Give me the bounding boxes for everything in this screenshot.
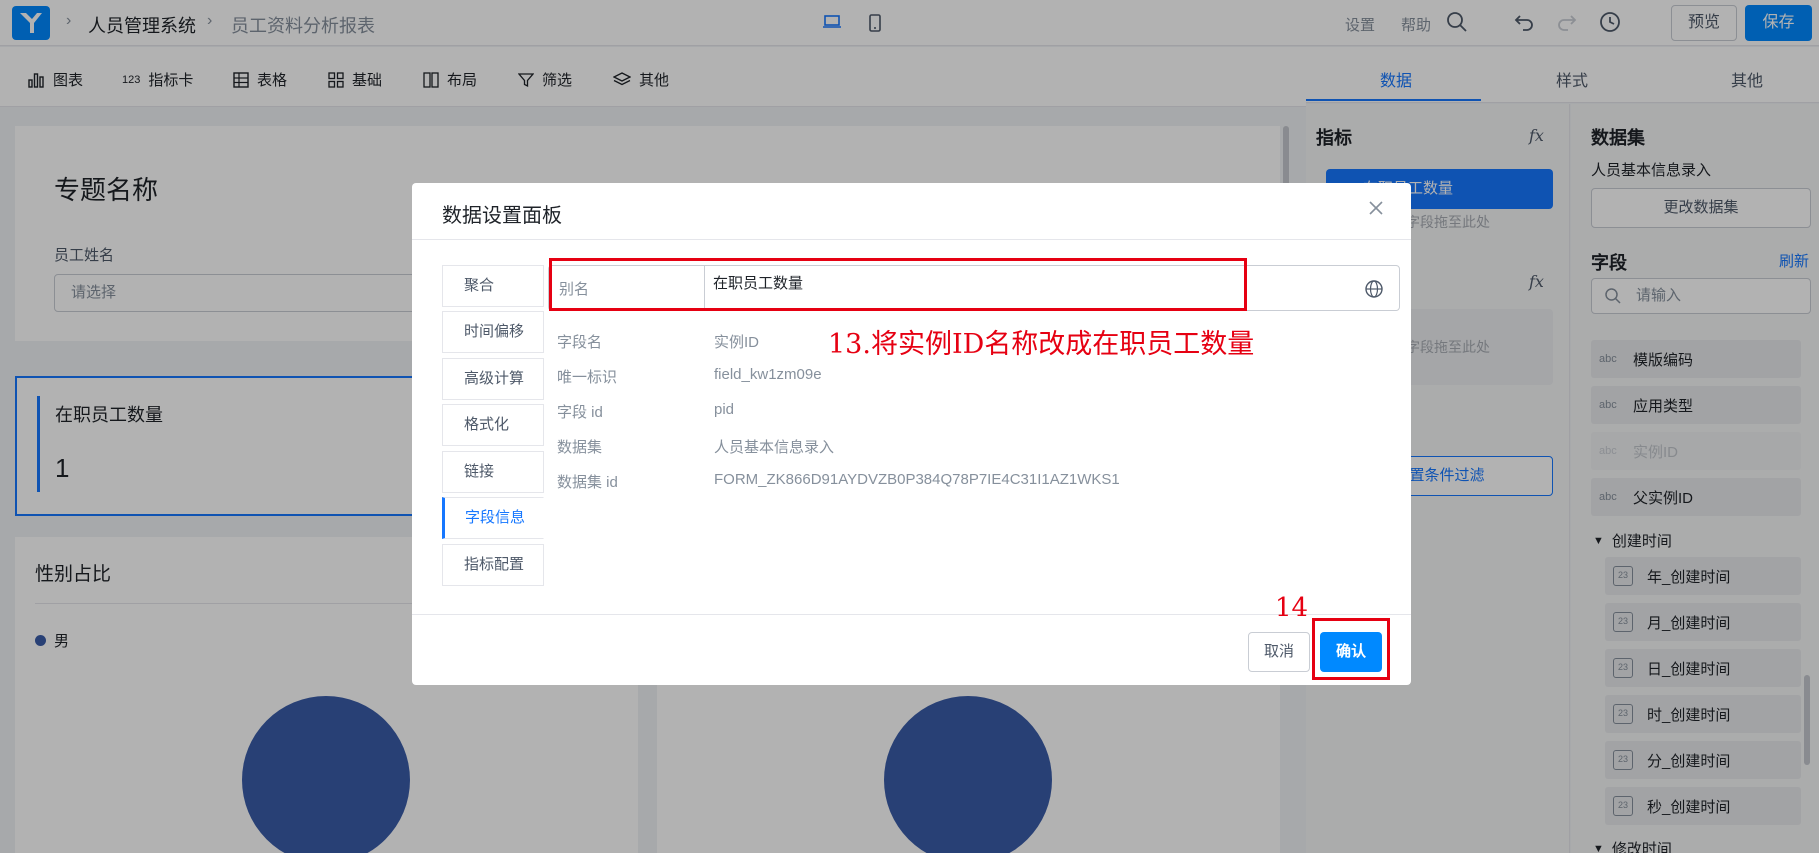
divider [412, 239, 1411, 240]
info-label: 唯一标识 [557, 369, 618, 386]
cancel-button[interactable]: 取消 [1248, 632, 1310, 672]
annotation-box-confirm [1312, 618, 1390, 680]
side-tab-aggregate[interactable]: 聚合 [442, 265, 544, 307]
divider [412, 614, 1411, 615]
info-value: field_kw1zm09e [714, 366, 822, 383]
info-value: pid [714, 401, 735, 418]
side-tab-advanced-calc[interactable]: 高级计算 [442, 358, 544, 400]
info-value: 实例ID [714, 334, 760, 351]
annotation-box-alias [549, 258, 1247, 311]
info-value: FORM_ZK866D91AYDVZB0P384Q78P7IE4C31I1AZ1… [714, 471, 1120, 488]
side-tab-link[interactable]: 链接 [442, 451, 544, 493]
info-label: 数据集 id [557, 474, 618, 491]
annotation-step-14: 14 [1275, 593, 1309, 623]
info-label: 数据集 [557, 439, 603, 456]
close-icon[interactable] [1367, 199, 1385, 220]
dialog-title: 数据设置面板 [442, 205, 562, 227]
annotation-step-13: 13.将实例ID名称改成在职员工数量 [828, 329, 1255, 360]
side-tab-field-info[interactable]: 字段信息 [442, 497, 544, 539]
side-tab-format[interactable]: 格式化 [442, 404, 544, 446]
info-label: 字段名 [557, 334, 603, 351]
globe-icon[interactable] [1364, 279, 1384, 302]
info-value: 人员基本信息录入 [714, 439, 835, 456]
side-tab-metric-config[interactable]: 指标配置 [442, 544, 544, 586]
info-label: 字段 id [557, 404, 603, 421]
side-tab-time-offset[interactable]: 时间偏移 [442, 311, 544, 353]
